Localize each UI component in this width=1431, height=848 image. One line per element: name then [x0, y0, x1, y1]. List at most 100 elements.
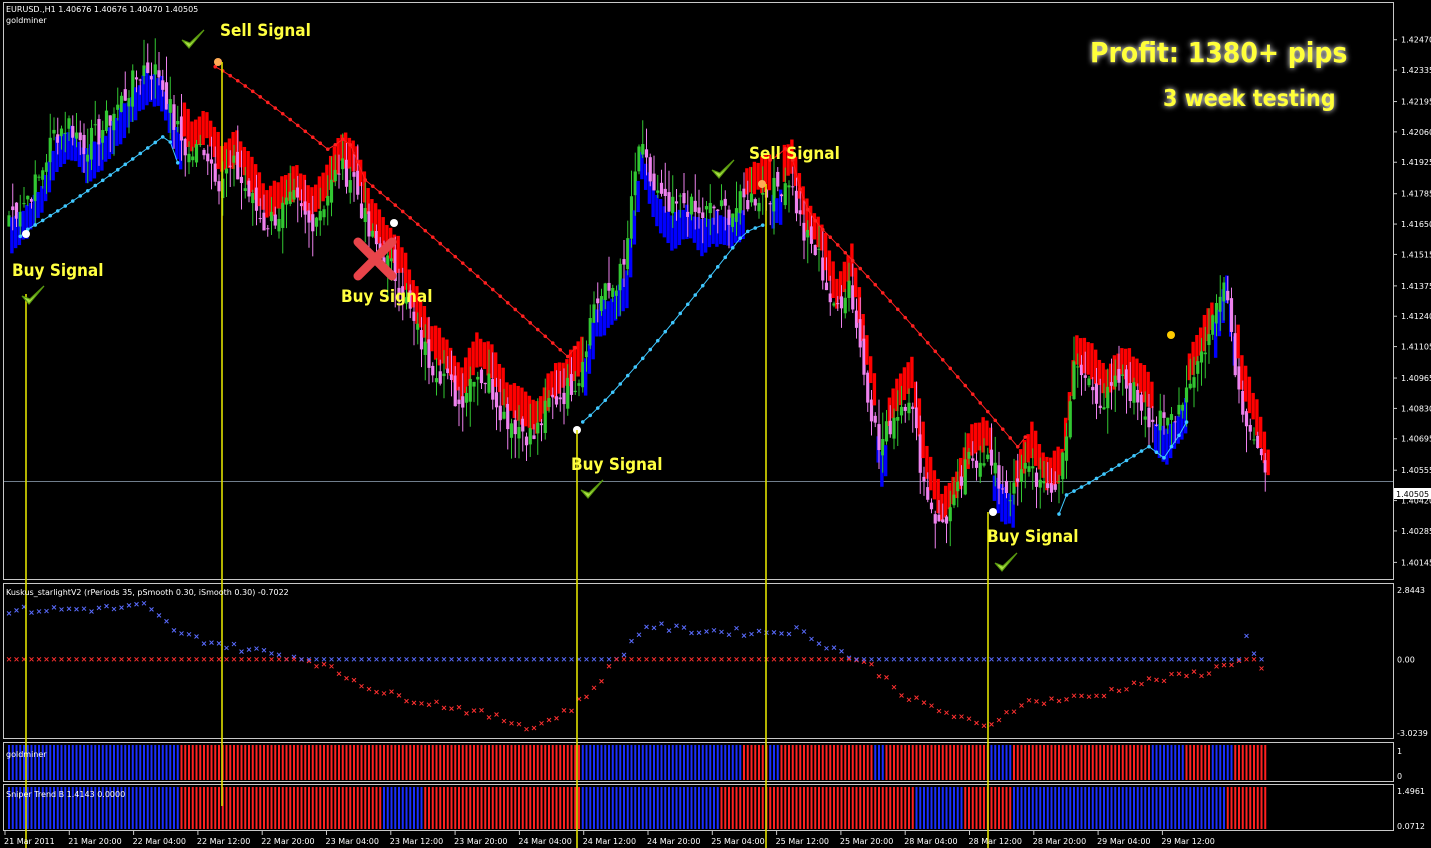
trailing-stop-dot	[71, 199, 75, 203]
heiken-ashi-bar	[93, 142, 96, 179]
trailing-stop-dot	[1008, 436, 1012, 440]
candle-body	[1050, 483, 1053, 493]
trailing-stop-dot	[521, 314, 525, 318]
heiken-ashi-bar	[625, 270, 628, 308]
candle-body	[1226, 291, 1229, 300]
heiken-ashi-bar	[873, 373, 876, 405]
trailing-stop-dot	[1080, 485, 1084, 489]
osc-zero-mark	[457, 657, 461, 661]
candle-body	[566, 378, 569, 409]
candle-body	[255, 188, 258, 211]
osc-zero-mark	[945, 657, 949, 661]
osc-negative-mark	[1125, 687, 1129, 691]
candle-body	[705, 206, 708, 209]
osc-zero-mark	[67, 657, 71, 661]
osc-negative-mark	[1020, 703, 1024, 707]
trailing-stop-dot	[611, 390, 615, 394]
candle-body	[1012, 482, 1015, 493]
trailing-stop-dot	[926, 341, 930, 345]
heiken-ashi-bar	[1176, 416, 1179, 444]
candle-body	[761, 193, 764, 195]
osc-positive-mark	[667, 629, 671, 633]
osc-negative-mark	[547, 718, 551, 722]
candle-body	[686, 212, 689, 217]
candle-body	[1204, 353, 1207, 355]
oscillator-header: Kuskus_starlightV2 (rPeriods 35, pSmooth…	[6, 588, 289, 597]
osc-zero-mark	[660, 657, 664, 661]
trailing-stop-dot	[1095, 477, 1099, 481]
trailing-stop-dot	[948, 367, 952, 371]
candle-body	[341, 158, 344, 169]
trailing-stop-dot	[986, 410, 990, 414]
candle-body	[30, 199, 33, 202]
trailing-stop-dot	[656, 339, 660, 343]
osc-negative-mark	[1170, 672, 1174, 676]
candle-body	[49, 138, 52, 162]
candle-body	[551, 395, 554, 398]
trading-chart[interactable]: 1.424701.423351.421951.420601.419251.417…	[0, 0, 1431, 848]
osc-zero-mark	[720, 657, 724, 661]
candle-body	[829, 293, 832, 302]
osc-zero-mark	[487, 657, 491, 661]
heiken-ashi-bar	[201, 111, 204, 145]
candle-body	[1166, 418, 1169, 426]
candle-body	[1117, 369, 1120, 383]
trailing-stop-dot	[618, 382, 622, 386]
trailing-stop-dot	[303, 129, 307, 133]
osc-zero-mark	[322, 657, 326, 661]
heiken-ashi-bar	[183, 103, 186, 137]
osc-negative-mark	[1065, 697, 1069, 701]
osc-zero-mark	[832, 657, 836, 661]
trailing-stop-dot	[116, 168, 120, 172]
time-tick-label: 28 Mar 04:00	[904, 837, 957, 846]
heiken-ashi-bar	[974, 423, 977, 454]
trailing-stop-dot	[356, 160, 360, 164]
osc-zero-mark	[517, 657, 521, 661]
candle-body	[454, 376, 457, 407]
candle-body	[322, 209, 325, 217]
heiken-ashi-bar	[933, 470, 936, 499]
candle-body	[116, 105, 119, 110]
trailing-stop-dot	[1177, 434, 1181, 438]
osc-zero-mark	[982, 657, 986, 661]
osc-negative-mark	[600, 679, 604, 683]
price-tick-label: 1.42470	[1401, 36, 1431, 45]
heiken-ashi-bar	[471, 342, 474, 376]
main-indicator-name: goldminer	[6, 16, 47, 25]
candle-body	[817, 249, 820, 250]
osc-zero-mark	[60, 657, 64, 661]
candle-body	[337, 174, 340, 175]
candle-body	[1260, 449, 1263, 455]
trailing-stop-dot	[813, 219, 817, 223]
osc-zero-mark	[1095, 657, 1099, 661]
candle-body	[484, 383, 487, 384]
candle-body	[124, 89, 127, 101]
candle-body	[1207, 334, 1210, 345]
time-tick-label: 22 Mar 20:00	[261, 837, 314, 846]
heiken-ashi-bar	[539, 396, 542, 422]
heiken-ashi-bar	[1251, 393, 1254, 419]
trailing-stop-dot	[438, 242, 442, 246]
osc-zero-mark	[412, 657, 416, 661]
candle-body	[945, 517, 948, 524]
candle-body	[709, 203, 712, 213]
trailing-stop-dot	[93, 184, 97, 188]
signal-dot	[22, 230, 30, 238]
osc-negative-mark	[412, 701, 416, 705]
candle-body	[296, 188, 299, 198]
price-tick-label: 1.41105	[1401, 343, 1431, 352]
osc-zero-mark	[195, 657, 199, 661]
trailing-stop-dot	[1016, 445, 1020, 449]
osc-zero-mark	[645, 657, 649, 661]
trailing-stop-dot	[1132, 454, 1136, 458]
candle-body	[1091, 387, 1094, 390]
heiken-ashi-bar	[1255, 399, 1258, 435]
candle-body	[892, 418, 895, 439]
heiken-ashi-bar	[396, 236, 399, 273]
osc-zero-mark	[397, 657, 401, 661]
osc-positive-mark	[75, 607, 79, 611]
candle-body	[1039, 480, 1042, 488]
osc-zero-mark	[930, 657, 934, 661]
heiken-ashi-bar	[1135, 359, 1138, 387]
candle-body	[435, 378, 438, 382]
